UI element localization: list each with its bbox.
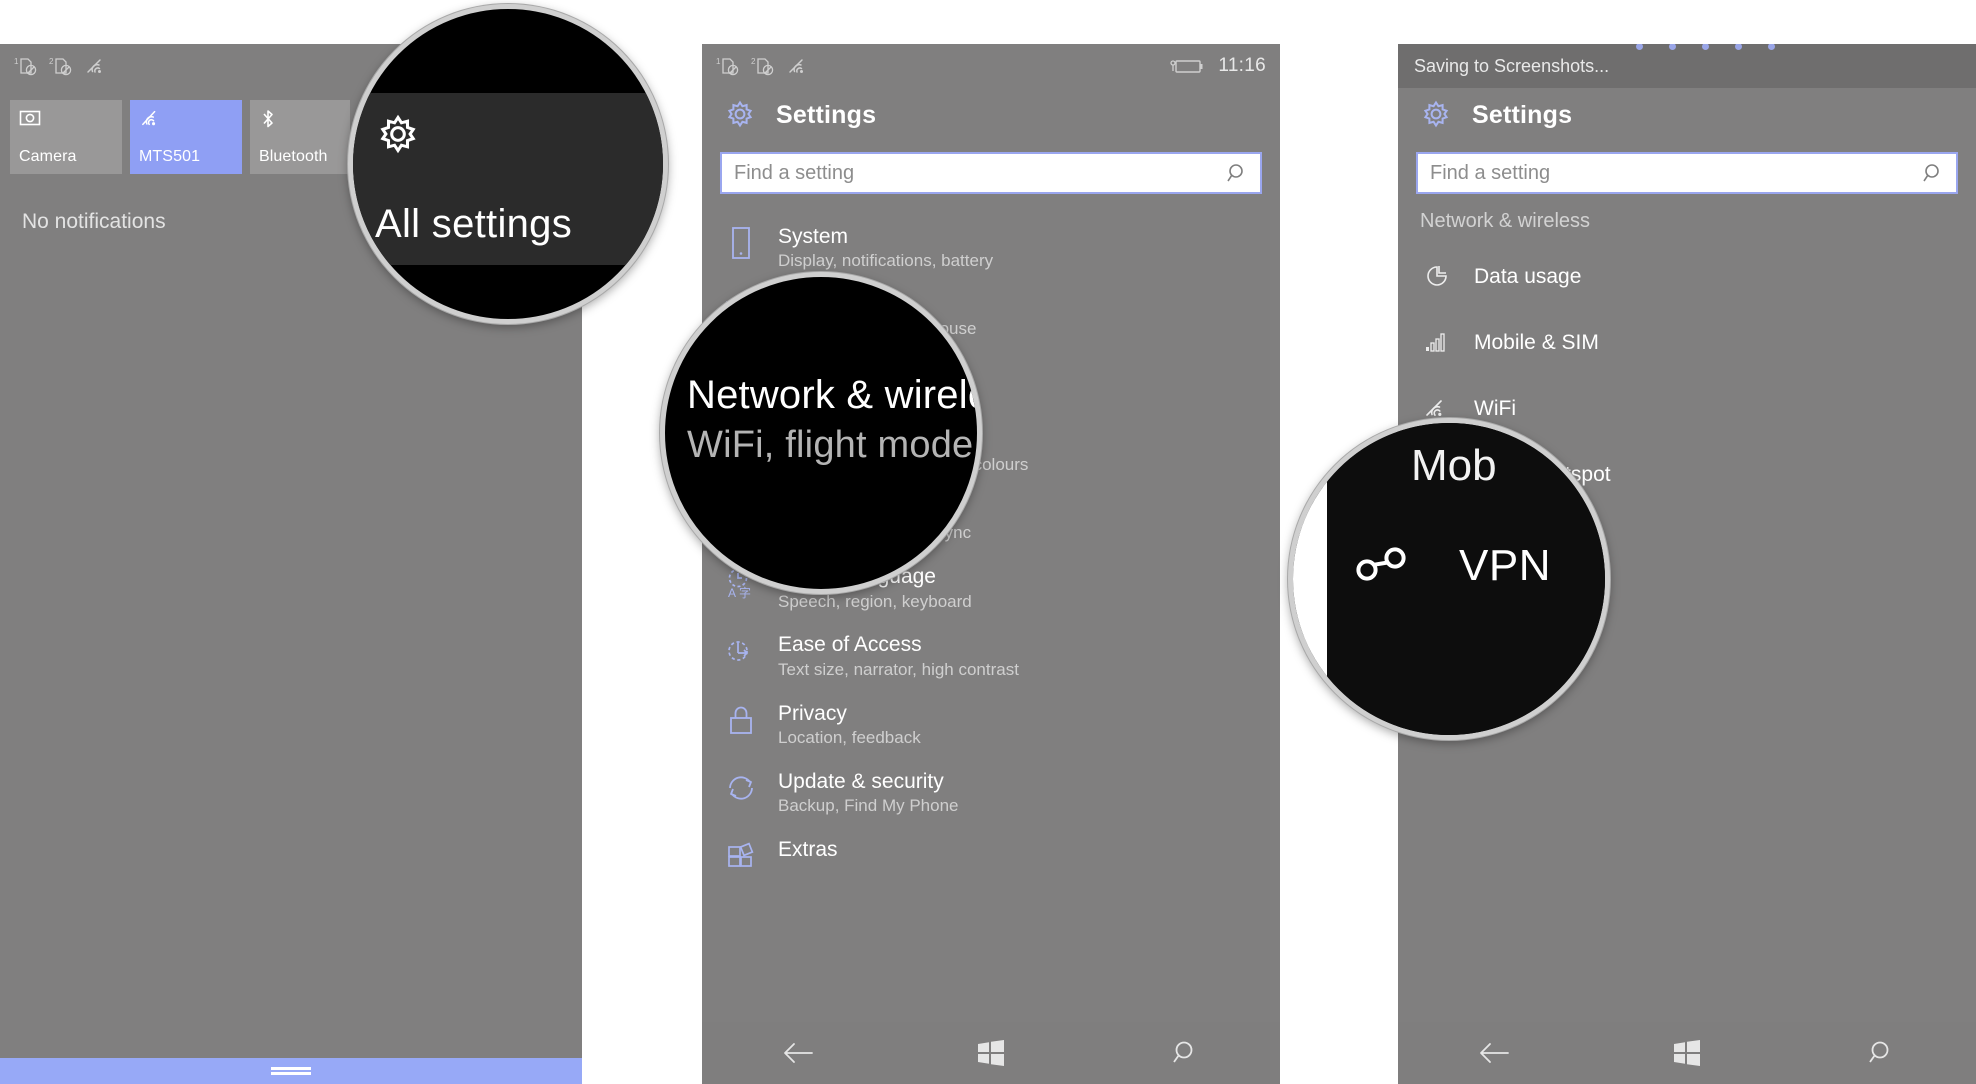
settings-item-label: Mobile & SIM xyxy=(1474,330,1599,354)
magnifier-network-wireless: Network & wireless WiFi, flight mode, VP… xyxy=(660,272,982,594)
battery-icon xyxy=(1170,56,1204,76)
windows-logo-icon[interactable] xyxy=(1655,1031,1719,1075)
magnifier-item-label: VPN xyxy=(1459,541,1551,590)
settings-item-sub: Display, notifications, battery xyxy=(778,251,994,271)
back-arrow-icon[interactable] xyxy=(1462,1031,1526,1075)
tile-camera[interactable]: Camera xyxy=(10,100,122,174)
page-title: Settings xyxy=(776,100,877,129)
signal-bars-icon xyxy=(1420,322,1454,362)
camera-icon xyxy=(19,108,113,132)
refresh-icon xyxy=(724,768,758,808)
sim2-no-service-icon: 2 xyxy=(751,55,777,77)
magnifier-content: Network & wireless WiFi, flight mode, VP… xyxy=(665,277,977,589)
tile-label: Camera xyxy=(19,148,77,165)
settings-item-label: WiFi xyxy=(1474,396,1516,420)
search-placeholder: Find a setting xyxy=(734,161,855,184)
gear-icon xyxy=(724,98,758,132)
extras-icon xyxy=(724,836,758,876)
mid-nav-bar xyxy=(702,1022,1280,1084)
action-center-grabber[interactable] xyxy=(0,1058,582,1084)
tile-label: Bluetooth xyxy=(259,148,328,165)
settings-item-system[interactable]: System Display, notifications, battery xyxy=(702,214,1280,282)
settings-item-label: Privacy xyxy=(778,701,847,725)
saving-toast-text: Saving to Screenshots... xyxy=(1414,55,1610,76)
wifi-icon xyxy=(786,55,812,77)
settings-item-sub: Backup, Find My Phone xyxy=(778,795,959,815)
magnifier-left-clip xyxy=(1293,423,1327,735)
mid-status-bar: 1 2 11:16 xyxy=(702,44,1280,88)
magnifier-all-settings: All settings xyxy=(348,4,668,324)
sim2-no-service-icon: 2 xyxy=(49,55,75,77)
search-icon[interactable] xyxy=(1848,1031,1912,1075)
svg-text:1: 1 xyxy=(716,57,721,66)
magnifier-vpn: Mob VPN xyxy=(1288,418,1610,740)
magnifier-content: Mob VPN xyxy=(1293,423,1605,735)
settings-item-extras[interactable]: Extras xyxy=(702,827,1280,885)
settings-item-update-security[interactable]: Update & security Backup, Find My Phone xyxy=(702,759,1280,827)
settings-item-privacy[interactable]: Privacy Location, feedback xyxy=(702,691,1280,759)
lock-icon xyxy=(724,700,758,740)
windows-logo-icon[interactable] xyxy=(959,1031,1023,1075)
wifi-icon xyxy=(139,108,233,132)
settings-item-label: Update & security xyxy=(778,769,944,793)
svg-text:1: 1 xyxy=(14,57,19,66)
gear-icon xyxy=(1420,98,1454,132)
back-arrow-icon[interactable] xyxy=(766,1031,830,1075)
group-label-network-wireless: Network & wireless xyxy=(1420,210,1591,232)
settings-item-label: System xyxy=(778,225,849,248)
right-nav-bar xyxy=(1398,1022,1976,1084)
magnifier-content: All settings xyxy=(353,9,663,319)
status-time: 11:16 xyxy=(1218,55,1266,76)
magnifier-item-label: Network & wireless xyxy=(687,373,977,417)
network-wireless-zoom-text: Network & wireless WiFi, flight mode, VP… xyxy=(687,373,982,467)
settings-item-label: Extras xyxy=(778,837,838,861)
settings-item-mobile-sim[interactable]: Mobile & SIM xyxy=(1398,309,1976,375)
sim1-no-service-icon: 1 xyxy=(716,55,742,77)
svg-text:2: 2 xyxy=(751,57,756,66)
bluetooth-icon xyxy=(259,108,341,132)
settings-item-label: Ease of Access xyxy=(778,633,922,657)
settings-item-ease-of-access[interactable]: Ease of Access Text size, narrator, high… xyxy=(702,622,1280,690)
settings-item-label: Data usage xyxy=(1474,264,1582,288)
wifi-icon xyxy=(84,55,110,77)
search-input[interactable]: Find a setting xyxy=(720,152,1262,194)
gear-icon xyxy=(375,111,641,162)
tile-label: MTS501 xyxy=(139,148,201,165)
saving-toast: Saving to Screenshots... xyxy=(1398,44,1976,88)
screenshot-stage: 1 2 Camera MTS501 Bluetooth No notificat… xyxy=(0,0,1976,1084)
ease-of-access-icon xyxy=(724,631,758,671)
page-title: Settings xyxy=(1472,100,1573,129)
search-icon[interactable] xyxy=(1226,162,1248,184)
search-input[interactable]: Find a setting xyxy=(1416,152,1958,194)
vpn-zoom-row[interactable]: VPN xyxy=(1355,541,1551,591)
magnifier-item-sub: WiFi, flight mode, VPN xyxy=(687,424,982,466)
tile-wifi-mts501[interactable]: MTS501 xyxy=(130,100,242,174)
all-settings-tile[interactable]: All settings xyxy=(353,93,663,265)
progress-dots xyxy=(1636,44,1775,50)
search-placeholder: Find a setting xyxy=(1430,161,1551,184)
search-icon[interactable] xyxy=(1152,1031,1216,1075)
vpn-icon xyxy=(1355,542,1411,591)
search-icon[interactable] xyxy=(1922,162,1944,184)
svg-text:2: 2 xyxy=(49,57,54,66)
pie-chart-icon xyxy=(1420,256,1454,296)
settings-item-sub: Speech, region, keyboard xyxy=(778,591,972,611)
all-settings-label: All settings xyxy=(375,202,573,246)
magnifier-ghost-label: Mob xyxy=(1411,441,1497,490)
settings-item-data-usage[interactable]: Data usage xyxy=(1398,243,1976,309)
grabber-handle-icon xyxy=(271,1065,311,1077)
settings-item-sub: Text size, narrator, high contrast xyxy=(778,659,1019,679)
tile-bluetooth[interactable]: Bluetooth xyxy=(250,100,350,174)
phone-icon xyxy=(724,223,758,263)
settings-header: Settings xyxy=(1398,88,1976,138)
settings-header: Settings xyxy=(702,88,1280,138)
sim1-no-service-icon: 1 xyxy=(14,55,40,77)
settings-item-sub: Location, feedback xyxy=(778,727,921,747)
